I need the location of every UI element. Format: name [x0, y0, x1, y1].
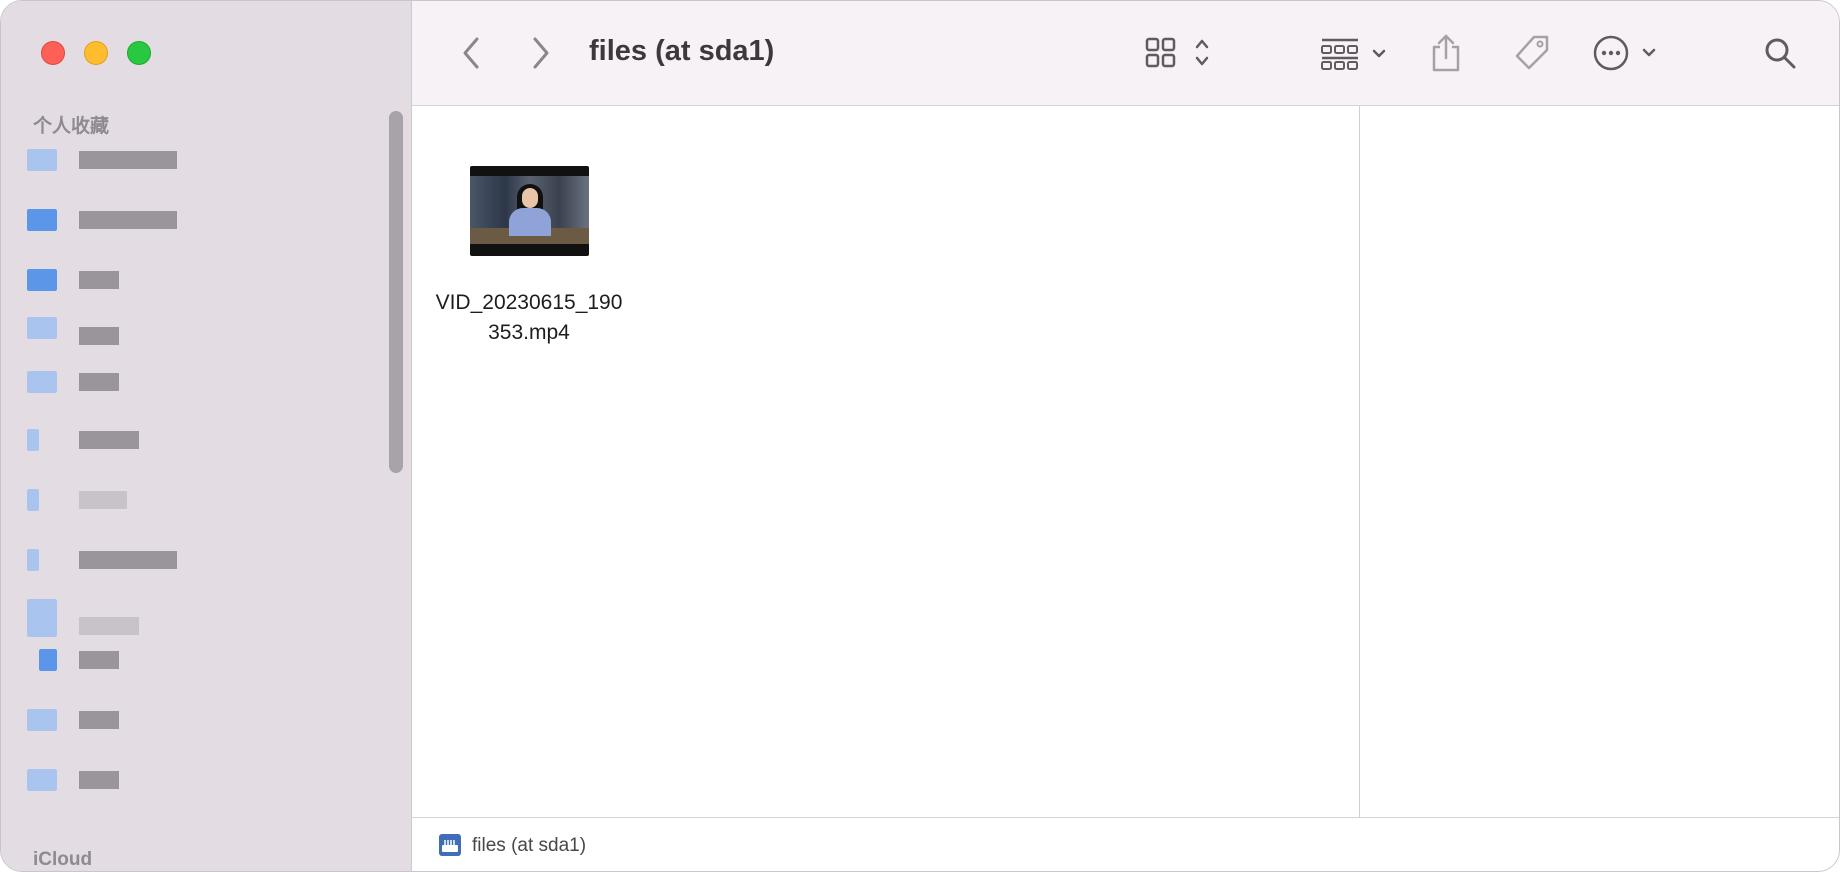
sidebar-item[interactable]	[27, 647, 187, 675]
path-bar-label[interactable]: files (at sda1)	[472, 835, 586, 857]
sidebar: 个人收藏 iCloud	[1, 1, 412, 871]
toolbar: files (at sda1)	[412, 1, 1839, 106]
preview-pane	[1360, 106, 1839, 817]
sidebar-item-label	[79, 551, 177, 569]
sidebar-item-label	[79, 271, 119, 289]
more-actions-button[interactable]	[1592, 33, 1678, 73]
sidebar-item-label	[79, 151, 177, 169]
sidebar-item[interactable]	[27, 427, 187, 455]
folder-icon	[27, 599, 57, 637]
file-item[interactable]: VID_20230615_190353.mp4	[423, 166, 635, 348]
group-by-icon	[1321, 38, 1386, 70]
group-by-button[interactable]	[1320, 33, 1404, 73]
sidebar-item-label	[79, 651, 119, 669]
folder-icon	[27, 549, 39, 571]
folder-icon	[27, 769, 57, 791]
sidebar-item-label	[79, 211, 177, 229]
sidebar-item[interactable]	[27, 207, 187, 235]
folder-icon	[27, 269, 57, 291]
tag-icon	[1515, 35, 1549, 70]
folder-icon	[27, 489, 39, 511]
sidebar-item-label	[79, 373, 119, 391]
external-drive-icon	[439, 834, 461, 856]
sidebar-item-label	[79, 491, 127, 509]
folder-icon	[27, 317, 57, 339]
finder-window: 个人收藏 iCloud files (at sda1) VID_20230615…	[0, 0, 1840, 872]
sidebar-item[interactable]	[27, 369, 187, 397]
sidebar-item[interactable]	[27, 767, 187, 795]
forward-button[interactable]	[520, 33, 560, 73]
minimize-window-button[interactable]	[84, 41, 108, 65]
sidebar-item-label	[79, 327, 119, 345]
view-mode-button[interactable]	[1145, 33, 1221, 73]
path-bar: files (at sda1)	[412, 817, 1839, 871]
sidebar-item[interactable]	[27, 267, 187, 295]
folder-icon	[27, 149, 57, 171]
tag-button[interactable]	[1510, 33, 1554, 73]
sidebar-item-label	[79, 617, 139, 635]
favorites-section-label: 个人收藏	[33, 116, 110, 137]
folder-icon	[39, 649, 57, 671]
folder-icon	[27, 371, 57, 393]
sidebar-item-label	[79, 431, 139, 449]
sidebar-item[interactable]	[27, 487, 187, 515]
folder-icon	[27, 429, 39, 451]
window-title: files (at sda1)	[589, 35, 775, 67]
folder-icon	[27, 709, 57, 731]
chevron-right-icon	[533, 37, 549, 69]
back-button[interactable]	[452, 33, 492, 73]
icloud-section-label: iCloud	[33, 849, 93, 870]
file-name-label: VID_20230615_190353.mp4	[435, 291, 623, 344]
sidebar-item[interactable]	[27, 315, 187, 345]
search-button[interactable]	[1760, 33, 1800, 73]
sidebar-item[interactable]	[27, 707, 187, 735]
folder-icon	[27, 209, 57, 231]
sidebar-item-label	[79, 771, 119, 789]
sidebar-item[interactable]	[27, 597, 187, 637]
traffic-lights	[41, 41, 151, 65]
search-icon	[1765, 38, 1796, 69]
share-button[interactable]	[1426, 33, 1466, 73]
video-thumbnail	[469, 166, 589, 256]
share-icon	[1432, 34, 1460, 72]
sidebar-scrollbar[interactable]	[389, 111, 403, 473]
sidebar-item[interactable]	[27, 147, 187, 175]
maximize-window-button[interactable]	[127, 41, 151, 65]
file-browser-area[interactable]: VID_20230615_190353.mp4	[412, 106, 1359, 817]
close-window-button[interactable]	[41, 41, 65, 65]
ellipsis-circle-icon	[1593, 35, 1656, 71]
chevron-left-icon	[463, 37, 479, 69]
sidebar-item[interactable]	[27, 547, 187, 575]
grid-view-icon	[1145, 37, 1209, 68]
sidebar-item-label	[79, 711, 119, 729]
